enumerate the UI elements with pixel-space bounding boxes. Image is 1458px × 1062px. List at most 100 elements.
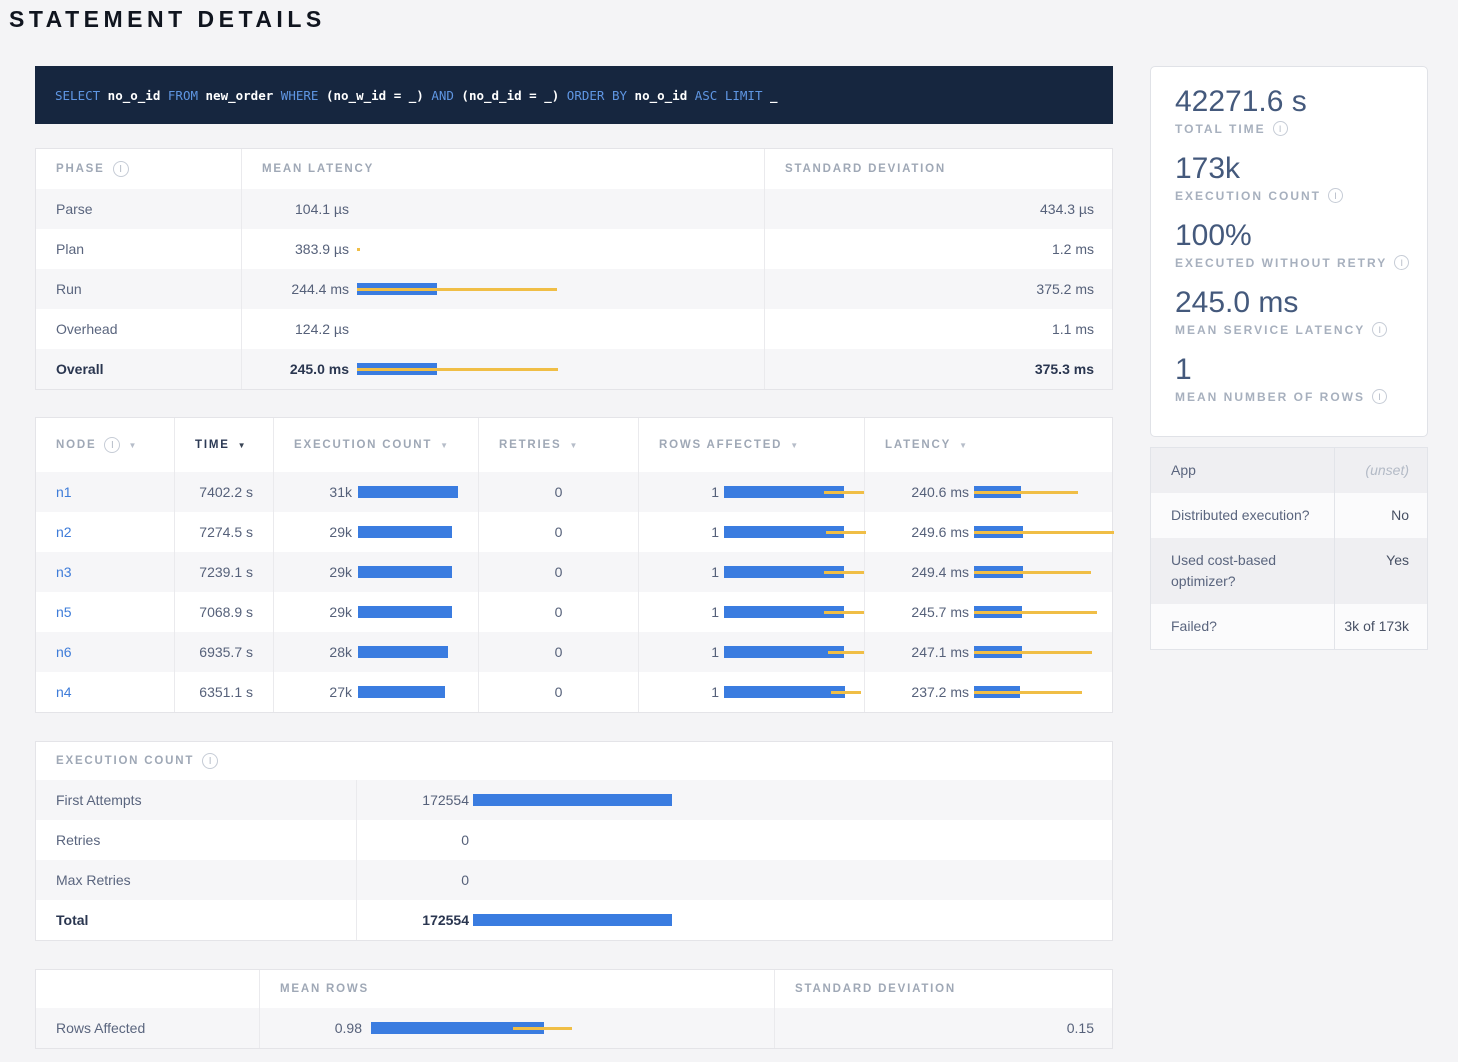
execution-count-value-cell: 0: [356, 860, 1114, 900]
node-retries-value: 0: [478, 672, 638, 712]
count-bar: [473, 914, 672, 926]
node-header-node[interactable]: NODE: [36, 418, 174, 472]
phase-header-standard-deviation: STANDARD DEVIATION: [764, 149, 1114, 189]
rows-affected-bar-chart: [724, 605, 864, 619]
mean-latency-cell: 124.2 µs: [241, 309, 764, 349]
count-bar: [358, 486, 458, 498]
node-execution-count-cell: 31k: [273, 472, 478, 512]
standard-deviation-value: 0.15: [774, 1008, 1114, 1048]
rows-affected-header-mean-rows: MEAN ROWS: [259, 970, 774, 1008]
stddev-whisker: [974, 531, 1114, 534]
rows-affected-value: 1: [659, 604, 719, 620]
latency-bar-chart: [357, 202, 764, 216]
node-link[interactable]: n3: [56, 564, 72, 580]
stddev-whisker: [357, 368, 558, 371]
node-header-retries[interactable]: RETRIES: [478, 418, 638, 472]
node-link[interactable]: n6: [56, 644, 72, 660]
node-link[interactable]: n1: [56, 484, 72, 500]
count-bar: [358, 566, 452, 578]
node-table-row: n1 7402.2 s 31k 0 1: [36, 472, 1112, 512]
info-icon[interactable]: [1273, 121, 1288, 136]
node-execution-count-cell: 29k: [273, 592, 478, 632]
sort-descending-icon: [128, 441, 136, 450]
attribute-label: Distributed execution?: [1151, 493, 1334, 538]
stddev-whisker: [824, 491, 864, 494]
execution-count-value: 172554: [377, 912, 469, 928]
info-icon[interactable]: [113, 161, 129, 177]
attribute-row: Used cost-based optimizer? Yes: [1151, 538, 1427, 604]
execution-count-bar-chart: [473, 833, 1114, 847]
node-cell: n3: [36, 552, 174, 592]
latency-bar-chart: [357, 282, 764, 296]
attribute-row: Distributed execution? No: [1151, 493, 1427, 538]
mean-rows-cell: 0.98: [259, 1008, 774, 1048]
count-bar: [358, 526, 452, 538]
summary-stat: 42271.6 s TOTAL TIME: [1175, 83, 1411, 136]
info-icon[interactable]: [104, 437, 120, 453]
execution-count-value: 29k: [294, 604, 352, 620]
execution-count-table: EXECUTION COUNT First Attempts 172554: [35, 741, 1113, 941]
node-header-latency[interactable]: LATENCY: [864, 418, 1114, 472]
rows-affected-bar-chart: [724, 685, 864, 699]
latency-bar-chart: [974, 485, 1114, 499]
node-cell: n5: [36, 592, 174, 632]
rows-affected-table: MEAN ROWS STANDARD DEVIATION Rows Affect…: [35, 969, 1113, 1049]
standard-deviation-value: 375.3 ms: [764, 349, 1114, 389]
phase-table: PHASE MEAN LATENCY STANDARD DEVIATION Pa…: [35, 148, 1113, 390]
node-link[interactable]: n2: [56, 524, 72, 540]
phase-name: Overhead: [36, 309, 241, 349]
attribute-row: Failed? 3k of 173k: [1151, 604, 1427, 649]
node-header-time[interactable]: TIME: [174, 418, 273, 472]
info-icon[interactable]: [1372, 322, 1387, 337]
latency-bar-chart: [974, 565, 1114, 579]
rows-affected-value: 1: [659, 524, 719, 540]
node-time-value: 7274.5 s: [174, 512, 273, 552]
execution-count-value: 28k: [294, 644, 352, 660]
summary-stat-value: 100%: [1175, 217, 1411, 254]
latency-bar-chart: [357, 242, 764, 256]
latency-value: 237.2 ms: [885, 684, 969, 700]
rows-affected-value: 1: [659, 564, 719, 580]
node-retries-value: 0: [478, 512, 638, 552]
sql-token: _: [763, 88, 778, 103]
rows-affected-value: 1: [659, 684, 719, 700]
execution-count-row-label: Retries: [36, 820, 356, 860]
latency-bar-chart: [974, 645, 1114, 659]
node-header-rows-affected[interactable]: ROWS AFFECTED: [638, 418, 864, 472]
info-icon[interactable]: [1372, 389, 1387, 404]
sort-descending-icon: [238, 441, 246, 450]
execution-count-value-cell: 172554: [356, 900, 1114, 940]
node-link[interactable]: n5: [56, 604, 72, 620]
node-link[interactable]: n4: [56, 684, 72, 700]
node-latency-cell: 237.2 ms: [864, 672, 1114, 712]
node-cell: n6: [36, 632, 174, 672]
node-cell: n4: [36, 672, 174, 712]
node-latency-cell: 240.6 ms: [864, 472, 1114, 512]
rows-affected-bar-chart: [724, 485, 864, 499]
info-icon[interactable]: [1328, 188, 1343, 203]
info-icon[interactable]: [202, 753, 218, 769]
node-table-row: n5 7068.9 s 29k 0 1: [36, 592, 1112, 632]
node-latency-cell: 249.6 ms: [864, 512, 1114, 552]
sort-descending-icon: [569, 441, 577, 450]
info-icon[interactable]: [1394, 255, 1409, 270]
node-header-execution-count[interactable]: EXECUTION COUNT: [273, 418, 478, 472]
summary-stat: 245.0 ms MEAN SERVICE LATENCY: [1175, 284, 1411, 337]
phase-name: Parse: [36, 189, 241, 229]
sql-token: AND: [431, 88, 454, 103]
mean-bar: [724, 646, 844, 658]
sql-token: new_order: [198, 88, 281, 103]
mean-latency-value: 383.9 µs: [262, 241, 349, 257]
execution-count-table-header: EXECUTION COUNT: [36, 742, 1112, 780]
summary-stat-label: MEAN SERVICE LATENCY: [1175, 322, 1411, 337]
node-retries-value: 0: [478, 552, 638, 592]
stddev-whisker: [974, 651, 1092, 654]
phase-table-row: Overhead 124.2 µs 1.1 ms: [36, 309, 1112, 349]
execution-count-bar-chart: [358, 565, 478, 579]
rows-affected-header-empty: [36, 970, 259, 1008]
node-rows-affected-cell: 1: [638, 552, 864, 592]
mean-latency-cell: 383.9 µs: [241, 229, 764, 269]
node-time-value: 7068.9 s: [174, 592, 273, 632]
sort-descending-icon: [790, 441, 798, 450]
mean-latency-value: 245.0 ms: [262, 361, 349, 377]
